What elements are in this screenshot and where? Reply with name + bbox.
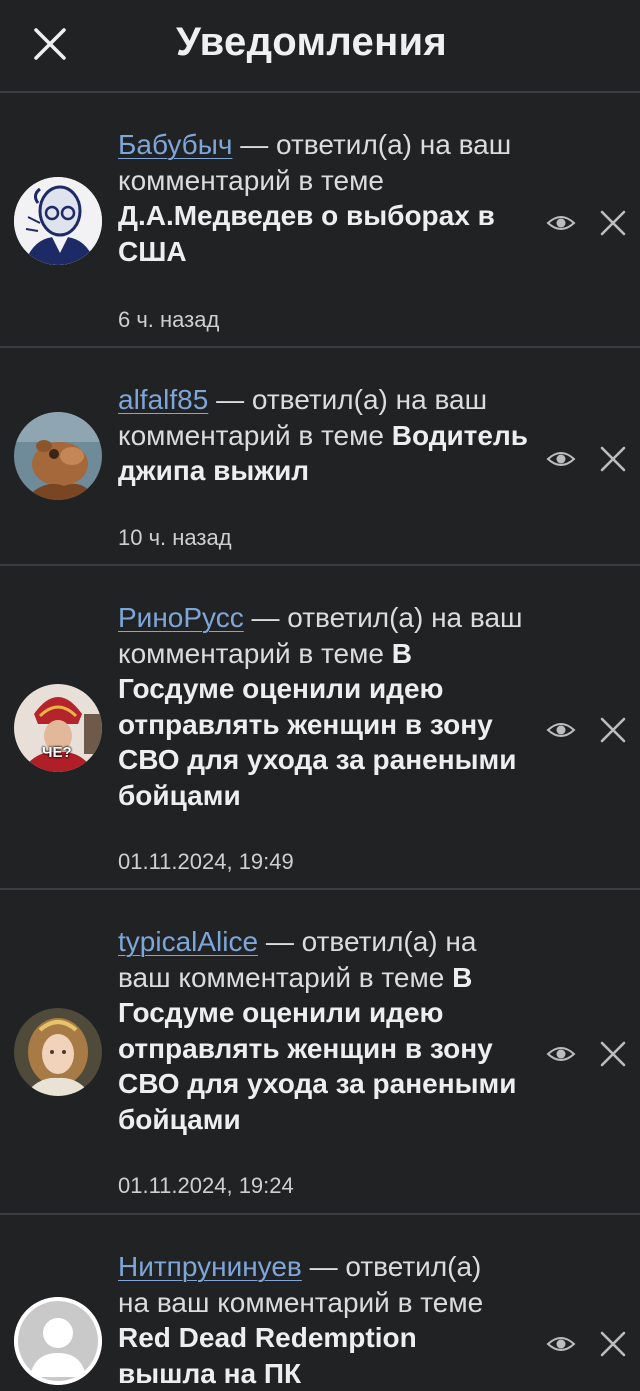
dismiss-icon[interactable] bbox=[600, 1331, 626, 1357]
eye-icon[interactable] bbox=[546, 720, 576, 740]
notification-item: typicalAlice — ответил(а) на ваш коммент… bbox=[0, 890, 640, 1215]
topic-link[interactable]: Red Dead Redemption вышла на ПК bbox=[118, 1322, 417, 1389]
user-link[interactable]: Нитпрунинуев bbox=[118, 1251, 302, 1282]
dismiss-icon[interactable] bbox=[600, 717, 626, 743]
timestamp: 6 ч. назад bbox=[118, 307, 220, 332]
user-link[interactable]: alfalf85 bbox=[118, 384, 208, 415]
notification-text: typicalAlice — ответил(а) на ваш коммент… bbox=[118, 924, 528, 1137]
notification-item: Нитпрунинуев — ответил(а) на ваш коммент… bbox=[0, 1215, 640, 1389]
eye-icon[interactable] bbox=[546, 1334, 576, 1354]
notification-text: Нитпрунинуев — ответил(а) на ваш коммент… bbox=[118, 1249, 518, 1391]
page-title: Уведомления bbox=[176, 20, 448, 64]
dismiss-icon[interactable] bbox=[600, 1041, 626, 1067]
avatar[interactable] bbox=[14, 1297, 102, 1385]
header: Уведомления bbox=[0, 0, 640, 93]
timestamp: 10 ч. назад bbox=[118, 525, 232, 550]
user-link[interactable]: typicalAlice bbox=[118, 926, 258, 957]
timestamp: 01.11.2024, 19:49 bbox=[118, 849, 294, 874]
avatar[interactable] bbox=[14, 177, 102, 265]
topic-link[interactable]: Д.А.Медведев о выборах в США bbox=[118, 200, 495, 267]
eye-icon[interactable] bbox=[546, 1044, 576, 1064]
timestamp: 01.11.2024, 19:24 bbox=[118, 1173, 294, 1198]
dismiss-icon[interactable] bbox=[600, 446, 626, 472]
avatar[interactable] bbox=[14, 412, 102, 500]
eye-icon[interactable] bbox=[546, 213, 576, 233]
avatar[interactable] bbox=[14, 1008, 102, 1096]
notification-item: ЧЕ? РиноРусс — ответил(а) на ваш коммент… bbox=[0, 566, 640, 890]
avatar-caption: ЧЕ? bbox=[42, 744, 72, 761]
notification-item: alfalf85 — ответил(а) на ваш комментарий… bbox=[0, 348, 640, 566]
dismiss-icon[interactable] bbox=[600, 210, 626, 236]
notification-text: РиноРусс — ответил(а) на ваш комментарий… bbox=[118, 600, 528, 813]
notification-text: alfalf85 — ответил(а) на ваш комментарий… bbox=[118, 382, 528, 489]
close-icon[interactable] bbox=[30, 24, 70, 64]
avatar[interactable]: ЧЕ? bbox=[14, 684, 102, 772]
user-link[interactable]: Бабубыч bbox=[118, 129, 232, 160]
notification-text: Бабубыч — ответил(а) на ваш комментарий … bbox=[118, 127, 528, 269]
eye-icon[interactable] bbox=[546, 449, 576, 469]
user-link[interactable]: РиноРусс bbox=[118, 602, 244, 633]
notification-list: Бабубыч — ответил(а) на ваш комментарий … bbox=[0, 93, 640, 1389]
notification-item: Бабубыч — ответил(а) на ваш комментарий … bbox=[0, 93, 640, 348]
